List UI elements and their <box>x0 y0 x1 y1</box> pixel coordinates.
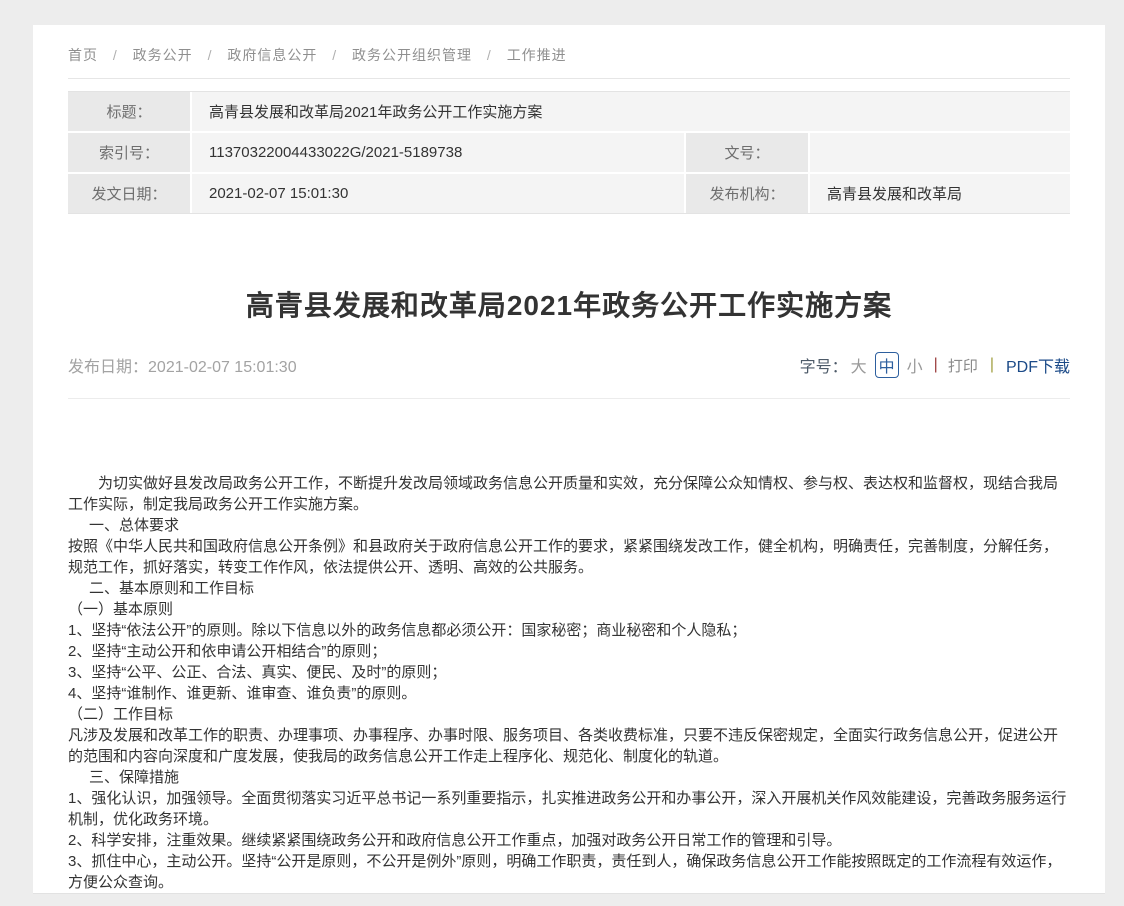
section-heading-1: 一、总体要求 <box>68 515 1070 536</box>
article-toolbar: 字号： 大 中 小 | 打印 | PDF下载 <box>800 352 1070 378</box>
body-paragraph: 2、科学安排，注重效果。继续紧紧围绕政务公开和政府信息公开工作重点，加强对政务公… <box>68 830 1070 851</box>
breadcrumb-separator: / <box>487 47 492 63</box>
subsection-heading: （二）工作目标 <box>68 704 1070 725</box>
article-meta-row: 发布日期：2021-02-07 15:01:30 字号： 大 中 小 | 打印 … <box>68 352 1070 378</box>
meta-index-value: 11370322004433022G/2021-5189738 <box>192 133 684 172</box>
breadcrumb-work-progress[interactable]: 工作推进 <box>507 47 567 63</box>
document-meta-table: 标题： 高青县发展和改革局2021年政务公开工作实施方案 索引号： 113703… <box>68 91 1070 214</box>
breadcrumb-org-management[interactable]: 政务公开组织管理 <box>352 47 472 63</box>
font-size-small-button[interactable]: 小 <box>907 353 923 377</box>
page-title: 高青县发展和改革局2021年政务公开工作实施方案 <box>68 284 1070 324</box>
font-size-medium-button[interactable]: 中 <box>875 352 899 378</box>
body-paragraph: 为切实做好县发改局政务公开工作，不断提升发改局领域政务信息公开质量和实效，充分保… <box>68 473 1070 515</box>
print-button[interactable]: 打印 <box>948 355 978 376</box>
breadcrumb-divider <box>68 78 1070 79</box>
meta-agency-value: 高青县发展和改革局 <box>810 174 1070 213</box>
meta-title-label: 标题： <box>68 92 190 131</box>
body-paragraph: 3、抓住中心，主动公开。坚持“公开是原则，不公开是例外”原则，明确工作职责，责任… <box>68 851 1070 893</box>
meta-docnum-value <box>810 133 1070 172</box>
toolbar-separator: | <box>934 356 938 374</box>
publish-date-label: 发布日期： <box>68 359 148 376</box>
meta-title-value: 高青县发展和改革局2021年政务公开工作实施方案 <box>192 92 1070 131</box>
pdf-download-button[interactable]: PDF下载 <box>1006 353 1070 377</box>
meta-issue-date-value: 2021-02-07 15:01:30 <box>192 174 684 213</box>
body-paragraph: 1、强化认识，加强领导。全面贯彻落实习近平总书记一系列重要指示，扎实推进政务公开… <box>68 788 1070 830</box>
breadcrumb-home[interactable]: 首页 <box>68 47 98 63</box>
publish-date: 发布日期：2021-02-07 15:01:30 <box>68 353 297 377</box>
breadcrumb-zhengwu-gongkai[interactable]: 政务公开 <box>133 47 193 63</box>
header-divider <box>68 398 1070 399</box>
breadcrumb-separator: / <box>113 47 118 63</box>
subsection-heading: （一）基本原则 <box>68 599 1070 620</box>
publish-date-value: 2021-02-07 15:01:30 <box>148 359 297 376</box>
body-paragraph: 2、坚持“主动公开和依申请公开相结合”的原则； <box>68 641 1070 662</box>
section-heading-3: 三、保障措施 <box>68 767 1070 788</box>
breadcrumb-separator: / <box>332 47 337 63</box>
article-body: 为切实做好县发改局政务公开工作，不断提升发改局领域政务信息公开质量和实效，充分保… <box>68 473 1070 893</box>
section-heading-2: 二、基本原则和工作目标 <box>68 578 1070 599</box>
meta-docnum-label: 文号： <box>686 133 808 172</box>
body-paragraph: 4、坚持“谁制作、谁更新、谁审查、谁负责”的原则。 <box>68 683 1070 704</box>
meta-index-label: 索引号： <box>68 133 190 172</box>
body-paragraph: 1、坚持“依法公开”的原则。除以下信息以外的政务信息都必须公开：国家秘密；商业秘… <box>68 620 1070 641</box>
body-paragraph: 凡涉及发展和改革工作的职责、办理事项、办事程序、办事时限、服务项目、各类收费标准… <box>68 725 1070 767</box>
meta-agency-label: 发布机构： <box>686 174 808 213</box>
toolbar-separator: | <box>990 356 994 374</box>
body-paragraph: 3、坚持“公平、公正、合法、真实、便民、及时”的原则； <box>68 662 1070 683</box>
breadcrumb-separator: / <box>208 47 213 63</box>
font-size-large-button[interactable]: 大 <box>851 353 867 377</box>
body-paragraph: 按照《中华人民共和国政府信息公开条例》和县政府关于政府信息公开工作的要求，紧紧围… <box>68 536 1070 578</box>
breadcrumb-gov-info-disclosure[interactable]: 政府信息公开 <box>227 47 317 63</box>
content-panel: 首页 / 政务公开 / 政府信息公开 / 政务公开组织管理 / 工作推进 标题：… <box>33 25 1105 894</box>
meta-issue-date-label: 发文日期： <box>68 174 190 213</box>
breadcrumb: 首页 / 政务公开 / 政府信息公开 / 政务公开组织管理 / 工作推进 <box>68 25 1070 65</box>
font-size-label: 字号： <box>800 353 848 377</box>
